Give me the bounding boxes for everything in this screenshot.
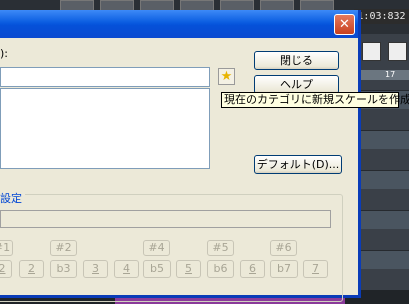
degree-label: 2 <box>28 262 35 275</box>
scale-name-input[interactable] <box>0 67 210 87</box>
sharp-button-1[interactable]: #1 <box>0 240 13 256</box>
dialog-titlebar[interactable] <box>0 10 358 38</box>
degree-label: b3 <box>56 262 71 275</box>
sharp-button-4[interactable]: #4 <box>143 240 170 256</box>
degree-button[interactable]: 4 <box>114 260 139 278</box>
timecode-display: 1:03:832 <box>354 9 409 24</box>
grid-icon[interactable] <box>362 42 381 61</box>
degree-button[interactable]: b6 <box>207 260 234 278</box>
default-button[interactable]: デフォルト(D)... <box>254 155 342 174</box>
degree-button[interactable]: 3 <box>83 260 108 278</box>
degree-button[interactable]: 5 <box>176 260 201 278</box>
degree-button[interactable]: b7 <box>270 260 298 278</box>
group-title: 設定 <box>0 190 25 206</box>
sharp-button-2[interactable]: #2 <box>50 240 77 256</box>
star-icon[interactable]: ★ <box>218 68 235 85</box>
degree-label: 5 <box>185 262 192 275</box>
degree-label: b5 <box>150 262 164 275</box>
grid-icon[interactable] <box>388 42 407 61</box>
scale-list[interactable] <box>0 88 210 169</box>
scale-display-field <box>0 210 331 228</box>
degree-label: 7 <box>312 262 319 275</box>
close-button[interactable]: 閉じる <box>254 51 339 70</box>
degree-button[interactable]: b5 <box>143 260 171 278</box>
sharp-button-6[interactable]: #6 <box>270 240 297 256</box>
degree-label: 3 <box>92 262 99 275</box>
degree-button[interactable]: 2 <box>0 260 12 278</box>
degree-label: b7 <box>277 262 291 275</box>
degree-button[interactable]: 6 <box>240 260 265 278</box>
degree-label: 2 <box>0 262 6 275</box>
degree-label: 6 <box>249 262 256 275</box>
degree-label: 4 <box>123 262 130 275</box>
ruler-mark: 17 <box>385 70 396 79</box>
degree-button[interactable]: b3 <box>50 260 77 278</box>
sharp-button-5[interactable]: #5 <box>207 240 234 256</box>
scale-settings-dialog: ✕ ): 閉じる ヘルプ デフォルト(D)... 設定 #1 #2 #4 #5 … <box>0 10 361 302</box>
close-window-button[interactable]: ✕ <box>334 14 355 35</box>
degree-label: b6 <box>213 262 228 275</box>
degree-button[interactable]: 2 <box>19 260 44 278</box>
field-label: ): <box>0 47 8 60</box>
tooltip: 現在のカテゴリに新規スケールを作成 <box>221 92 409 108</box>
degree-button[interactable]: 7 <box>303 260 328 278</box>
